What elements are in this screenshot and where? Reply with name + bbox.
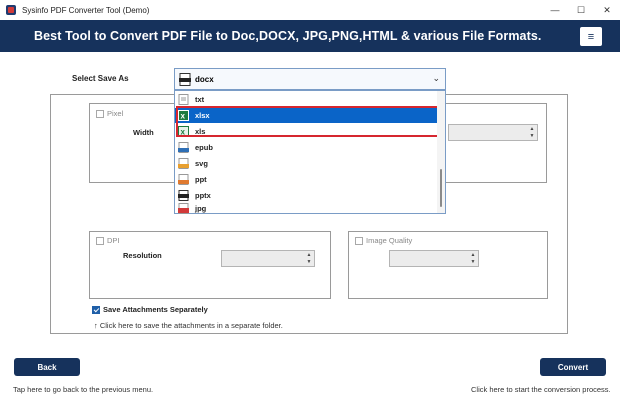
stepper-up-icon[interactable]: ▲ <box>530 126 535 132</box>
ppt-file-icon <box>178 174 189 185</box>
stepper-down-icon[interactable]: ▼ <box>471 259 476 265</box>
save-as-select[interactable]: docx ⌄ <box>174 68 446 90</box>
jpg-file-icon <box>178 203 189 214</box>
dpi-checkbox-label: DPI <box>107 236 120 246</box>
xlsx-xls-highlight-frame <box>176 106 440 137</box>
banner-headline: Best Tool to Convert PDF File to Doc,DOC… <box>34 29 542 43</box>
dropdown-option-ppt[interactable]: ppt <box>175 172 437 187</box>
image-quality-box: Image Quality ▲ ▼ <box>348 231 548 299</box>
width-stepper[interactable]: ▲ ▼ <box>448 124 538 141</box>
chevron-down-icon[interactable]: ⌄ <box>432 73 440 84</box>
resolution-stepper[interactable]: ▲ ▼ <box>221 250 315 267</box>
image-quality-checkbox-label: Image Quality <box>366 236 413 246</box>
epub-file-icon <box>178 142 189 153</box>
window-controls: — ☐ ✕ <box>542 0 620 20</box>
image-quality-stepper[interactable]: ▲ ▼ <box>389 250 479 267</box>
txt-file-icon <box>178 94 189 105</box>
convert-button[interactable]: Convert <box>540 358 606 376</box>
back-button[interactable]: Back <box>14 358 80 376</box>
dropdown-option-svg[interactable]: svg <box>175 156 437 171</box>
window-title: Sysinfo PDF Converter Tool (Demo) <box>22 5 150 15</box>
pptx-file-icon <box>178 190 189 201</box>
attachments-hint: ↑ Click here to save the attachments in … <box>94 321 283 330</box>
image-quality-checkbox[interactable] <box>355 236 363 245</box>
save-attachments-label: Save Attachments Separately <box>103 305 208 315</box>
save-attachments-option[interactable]: Save Attachments Separately <box>92 305 208 314</box>
docx-file-icon <box>179 72 191 86</box>
width-label: Width <box>133 128 154 137</box>
pixel-checkbox-label: Pixel <box>107 109 124 119</box>
close-icon[interactable]: ✕ <box>594 0 620 20</box>
hamburger-menu-icon[interactable]: ≡ <box>580 27 602 46</box>
save-as-label: Select Save As <box>72 74 129 83</box>
dpi-box: DPI Resolution ▲ ▼ <box>89 231 331 299</box>
dropdown-option-txt[interactable]: txt <box>175 92 437 107</box>
dropdown-option-jpg[interactable]: jpg <box>175 203 437 214</box>
stepper-up-icon[interactable]: ▲ <box>471 252 476 258</box>
dropdown-scrollbar[interactable] <box>437 91 445 213</box>
dpi-checkbox[interactable] <box>96 236 104 245</box>
convert-hint: Click here to start the conversion proce… <box>471 385 611 394</box>
minimize-icon[interactable]: — <box>542 0 568 20</box>
save-attachments-checkbox[interactable] <box>92 305 100 314</box>
maximize-icon[interactable]: ☐ <box>568 0 594 20</box>
save-as-selected-value: docx <box>195 74 214 84</box>
resolution-label: Resolution <box>123 251 162 260</box>
stepper-down-icon[interactable]: ▼ <box>307 259 312 265</box>
save-as-dropdown-list: txt x xlsx x xls epub svg ppt pptx jpg <box>174 90 446 214</box>
header-banner: Best Tool to Convert PDF File to Doc,DOC… <box>0 20 620 52</box>
stepper-up-icon[interactable]: ▲ <box>307 252 312 258</box>
scrollbar-thumb[interactable] <box>440 169 442 207</box>
app-logo-icon <box>6 5 16 15</box>
window-titlebar: Sysinfo PDF Converter Tool (Demo) — ☐ ✕ <box>0 0 620 20</box>
back-hint: Tap here to go back to the previous menu… <box>13 385 154 394</box>
pixel-checkbox[interactable] <box>96 109 104 118</box>
stepper-down-icon[interactable]: ▼ <box>530 133 535 139</box>
svg-file-icon <box>178 158 189 169</box>
dropdown-option-epub[interactable]: epub <box>175 140 437 155</box>
main-panel: Select Save As Pixel Width ▲ ▼ DPI Resolu… <box>0 52 620 398</box>
dropdown-option-pptx[interactable]: pptx <box>175 188 437 203</box>
